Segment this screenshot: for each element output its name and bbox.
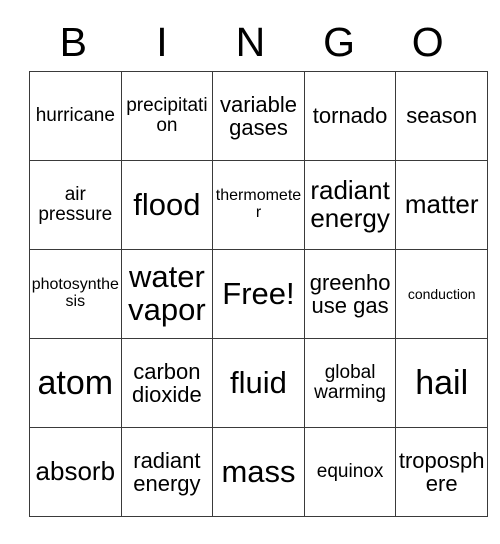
bingo-cell[interactable]: conduction (395, 249, 488, 339)
bingo-header: B I N G O (29, 14, 472, 71)
bingo-cell[interactable]: matter (395, 160, 488, 250)
bingo-cell-label: absorb (35, 456, 116, 487)
bingo-cell[interactable]: photosynthesis (29, 249, 122, 339)
bingo-cell[interactable]: absorb (29, 427, 122, 517)
bingo-header-letter-b: B (59, 19, 87, 65)
bingo-cell-label: radiant energy (133, 447, 201, 496)
bingo-cell[interactable]: precipitation (120, 71, 214, 161)
bingo-grid: hurricane precipitation variable gases t… (29, 71, 488, 517)
bingo-cell[interactable]: fluid (212, 338, 305, 428)
bingo-cell[interactable]: tornado (303, 71, 397, 161)
bingo-cell[interactable]: atom (29, 338, 122, 428)
bingo-row: hurricane precipitation variable gases t… (29, 71, 488, 161)
bingo-cell-label: hail (415, 363, 469, 402)
bingo-cell-label: mass (221, 453, 296, 489)
bingo-header-letter-o: O (411, 19, 444, 65)
bingo-cell-label: atom (37, 363, 114, 402)
bingo-cell-label: Free! (222, 275, 295, 311)
bingo-cell-label: tornado (312, 103, 388, 129)
bingo-row: air pressure flood thermometer radiant e… (29, 160, 488, 250)
bingo-cell[interactable]: flood (120, 160, 214, 250)
bingo-cell-label: global warming (314, 361, 386, 403)
bingo-cell-label: precipitation (126, 94, 208, 136)
bingo-cell-label: fluid (230, 364, 287, 400)
bingo-cell[interactable]: carbon dioxide (120, 338, 214, 428)
bingo-header-letter-n: N (235, 19, 266, 65)
bingo-cell-label: radiant energy (310, 175, 390, 233)
bingo-cell-label: conduction (407, 285, 476, 302)
bingo-cell-label: troposphere (398, 447, 485, 496)
bingo-cell[interactable]: radiant energy (303, 160, 397, 250)
bingo-cell-label: thermometer (215, 187, 302, 221)
bingo-cell-label: photosynthesis (31, 276, 119, 310)
bingo-cell[interactable]: greenhouse gas (303, 249, 397, 339)
bingo-cell-label: air pressure (38, 183, 113, 225)
bingo-cell-label: water vapor (128, 259, 206, 327)
bingo-cell-label: equinox (316, 460, 384, 482)
bingo-cell-label: flood (133, 186, 201, 222)
bingo-cell[interactable]: global warming (303, 338, 397, 428)
bingo-cell[interactable]: water vapor (120, 249, 214, 339)
bingo-cell-label: greenhouse gas (309, 269, 391, 318)
bingo-cell-free[interactable]: Free! (212, 249, 305, 339)
bingo-cell-label: hurricane (35, 104, 115, 126)
bingo-cell-label: season (406, 103, 478, 129)
bingo-cell[interactable]: variable gases (212, 71, 305, 161)
bingo-cell[interactable]: hail (395, 338, 488, 428)
bingo-cell[interactable]: air pressure (29, 160, 122, 250)
bingo-cell[interactable]: equinox (303, 427, 397, 517)
bingo-cell[interactable]: season (395, 71, 488, 161)
bingo-cell-label: matter (404, 189, 479, 220)
bingo-row: photosynthesis water vapor Free! greenho… (29, 249, 488, 339)
bingo-cell[interactable]: hurricane (29, 71, 122, 161)
bingo-cell-label: carbon dioxide (132, 358, 202, 407)
bingo-cell[interactable]: radiant energy (120, 427, 214, 517)
bingo-cell[interactable]: thermometer (212, 160, 305, 250)
bingo-cell[interactable]: troposphere (395, 427, 488, 517)
bingo-row: absorb radiant energy mass equinox tropo… (29, 427, 488, 517)
bingo-cell-label: variable gases (219, 91, 297, 140)
bingo-cell[interactable]: mass (212, 427, 305, 517)
bingo-header-letter-g: G (323, 19, 356, 65)
bingo-card: B I N G O hurricane precipitation variab… (29, 14, 488, 517)
bingo-row: atom carbon dioxide fluid global warming… (29, 338, 488, 428)
bingo-header-letter-i: I (156, 19, 168, 65)
